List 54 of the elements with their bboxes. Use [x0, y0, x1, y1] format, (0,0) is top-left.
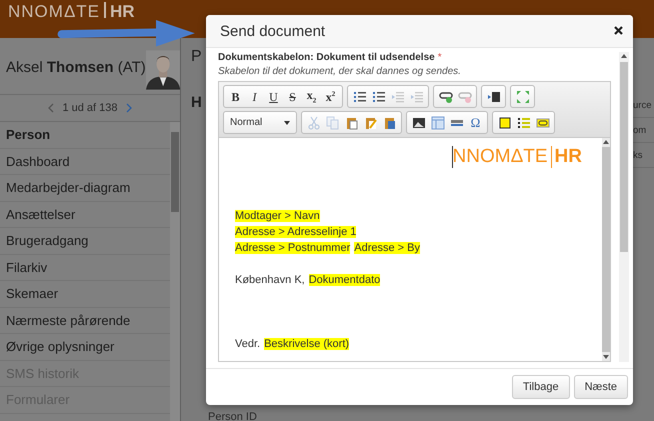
- bold-button[interactable]: B: [226, 87, 245, 106]
- logo-text: HR: [554, 146, 582, 168]
- logo-text: NNOMΔTE: [452, 146, 548, 168]
- document-text: København K,: [235, 274, 305, 286]
- pager-text: 1 ud af 138: [62, 102, 118, 114]
- fieldtag-icon: [536, 116, 550, 130]
- symbol-button[interactable]: Ω: [466, 113, 485, 132]
- merge-field: Beskrivelse (kort): [264, 338, 350, 350]
- copy-icon: [326, 116, 340, 130]
- scroll-down-icon[interactable]: [603, 355, 609, 359]
- fieldlist-icon: [516, 116, 530, 130]
- pastetext-icon: [364, 116, 378, 130]
- back-button[interactable]: Tilbage: [512, 375, 570, 399]
- outdent-icon: [390, 90, 404, 104]
- numbered-icon: [352, 90, 366, 104]
- superscript-button[interactable]: x$^{2}$: [321, 87, 340, 106]
- subscript-button[interactable]: x$_{2}$: [302, 87, 321, 106]
- image-icon: [412, 116, 426, 130]
- underline-button[interactable]: U: [264, 87, 283, 106]
- merge-field: Adresse > By: [354, 242, 420, 254]
- section-heading: H: [191, 94, 202, 111]
- scrollbar[interactable]: [619, 52, 629, 362]
- next-button[interactable]: Næste: [574, 375, 628, 399]
- paste-icon: [344, 116, 358, 130]
- scroll-up-icon[interactable]: [603, 140, 609, 144]
- merge-field: Modtager > Navn: [235, 210, 320, 222]
- scrollbar[interactable]: [602, 138, 610, 361]
- link-icon: [438, 90, 452, 104]
- page-title: P: [191, 48, 202, 66]
- field-label: Person ID: [208, 411, 257, 421]
- unlink-icon: [458, 90, 472, 104]
- field-label: Dokumentskabelon: Dokument til udsendelse *: [218, 52, 443, 63]
- strike-button[interactable]: S: [283, 87, 302, 106]
- placeholder-icon: [498, 116, 512, 130]
- scroll-up-icon[interactable]: [621, 54, 627, 58]
- indent-icon: [410, 90, 424, 104]
- format-dropdown[interactable]: Normal: [226, 113, 294, 132]
- maximize-icon: [516, 90, 530, 104]
- logo-text: NNOMΔTE: [8, 2, 100, 22]
- user-name: Aksel Thomsen (AT): [6, 59, 146, 78]
- pasteword-icon: [382, 116, 396, 130]
- bulleted-icon: [372, 90, 386, 104]
- field-hint: Skabelon til det dokument, der skal dannes og sendes.: [218, 66, 462, 77]
- block-icon: [486, 90, 500, 104]
- merge-field: Adresse > Adresselinje 1: [235, 226, 356, 238]
- cut-icon: [306, 116, 320, 130]
- logo-text: HR: [110, 2, 135, 22]
- document-text: Vedr.: [235, 338, 260, 350]
- table-icon: [430, 116, 444, 130]
- dialog-title: Send document: [220, 22, 326, 40]
- merge-field: Dokumentdato: [308, 274, 380, 286]
- italic-button[interactable]: I: [245, 87, 264, 106]
- caret-icon: [284, 120, 290, 124]
- scrollbar[interactable]: [170, 122, 180, 421]
